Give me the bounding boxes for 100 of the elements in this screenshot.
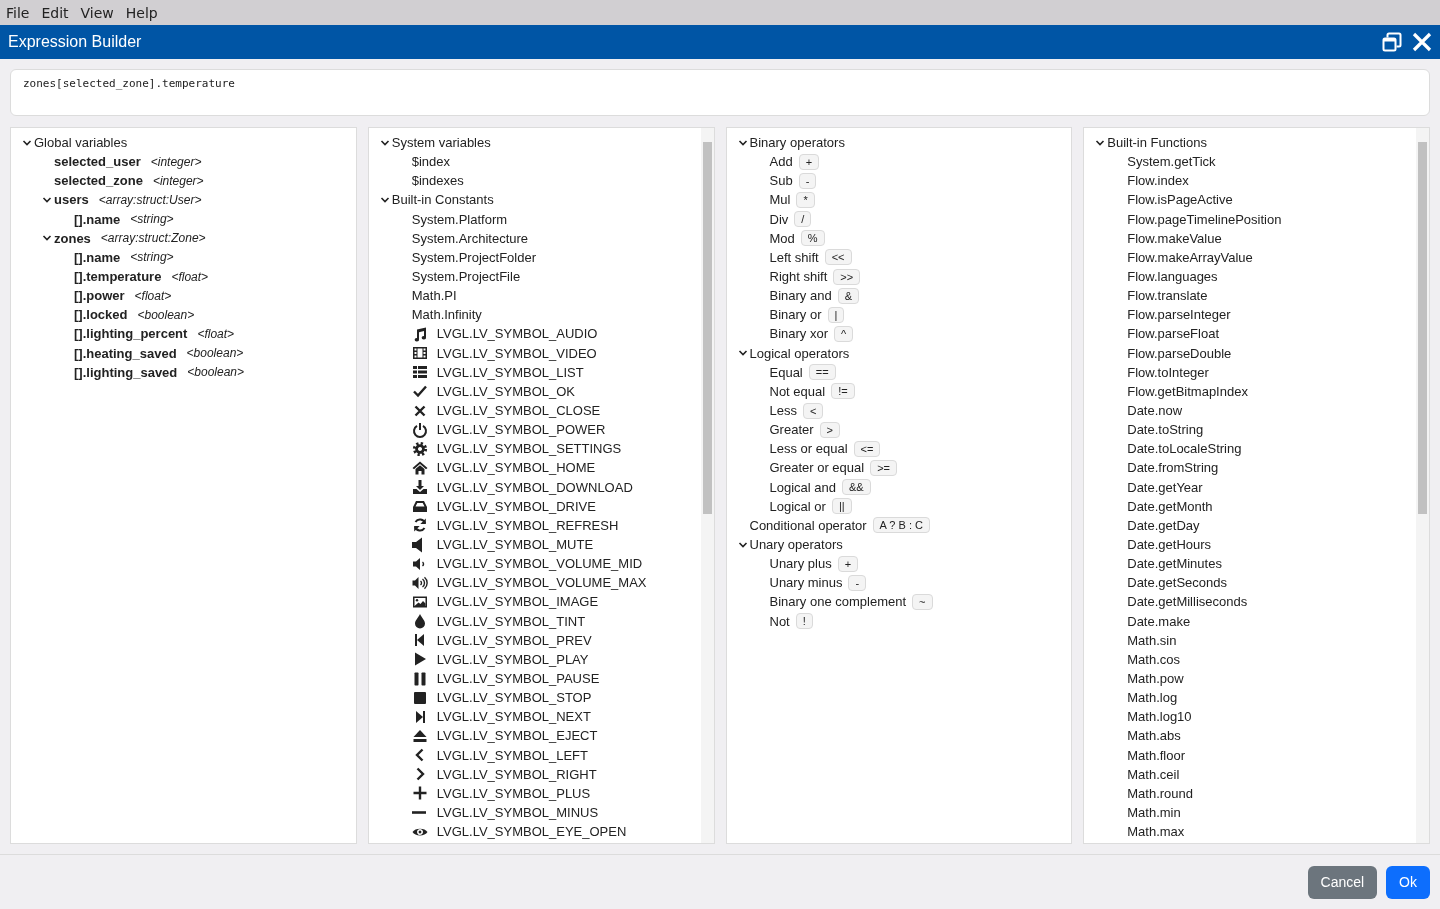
- tree-item[interactable]: selected_user: [54, 154, 141, 170]
- menu-item[interactable]: Edit: [41, 4, 69, 21]
- tree-item[interactable]: Unary plus: [769, 556, 832, 572]
- tree-item[interactable]: LVGL.LV_SYMBOL_REFRESH: [436, 517, 619, 533]
- restore-icon[interactable]: [1382, 32, 1402, 52]
- tree-item[interactable]: Flow.parseDouble: [1127, 345, 1232, 361]
- cancel-button[interactable]: Cancel: [1307, 865, 1378, 899]
- tree-item[interactable]: LVGL.LV_SYMBOL_PAUSE: [436, 671, 600, 686]
- tree-item[interactable]: Div: [769, 211, 789, 227]
- tree-item[interactable]: LVGL.LV_SYMBOL_MUTE: [436, 537, 594, 552]
- tree-item[interactable]: [].power: [74, 288, 125, 304]
- tree-item[interactable]: LVGL.LV_SYMBOL_STOP: [436, 690, 592, 706]
- tree-item[interactable]: [].name: [74, 249, 121, 265]
- tree-item[interactable]: Math.min: [1127, 805, 1181, 820]
- tree-item[interactable]: Date.toString: [1127, 422, 1204, 438]
- tree-item[interactable]: Binary xor: [769, 326, 829, 342]
- tree-item[interactable]: Math.PI: [411, 288, 457, 304]
- tree-item[interactable]: Date.getYear: [1127, 479, 1203, 495]
- tree-item[interactable]: System.Architecture: [411, 230, 529, 246]
- tree-item[interactable]: Flow.getBitmapIndex: [1127, 383, 1248, 399]
- tree-item[interactable]: LVGL.LV_SYMBOL_NEXT: [436, 709, 591, 725]
- tree-item[interactable]: System.ProjectFolder: [411, 249, 536, 265]
- scrollbar[interactable]: [700, 128, 714, 843]
- tree-item[interactable]: Flow.languages: [1127, 269, 1218, 285]
- tree-item[interactable]: Math.sin: [1127, 632, 1177, 648]
- tree-item[interactable]: LVGL.LV_SYMBOL_POWER: [436, 422, 606, 438]
- tree-item[interactable]: Math.Infinity: [411, 307, 482, 323]
- tree-item[interactable]: $indexes: [411, 173, 464, 189]
- tree-item[interactable]: Date.getHours: [1127, 537, 1212, 552]
- tree-item[interactable]: Math.ceil: [1127, 766, 1180, 782]
- tree-item[interactable]: Date.now: [1127, 403, 1183, 419]
- tree-item[interactable]: LVGL.LV_SYMBOL_OK: [436, 383, 575, 399]
- chevron-down-icon[interactable]: [379, 195, 390, 205]
- tree-item[interactable]: System.ProjectFile: [411, 269, 521, 285]
- tree-item[interactable]: Math.max: [1127, 824, 1185, 840]
- tree-item[interactable]: Date.getMinutes: [1127, 556, 1222, 572]
- tree-item[interactable]: LVGL.LV_SYMBOL_EJECT: [436, 728, 598, 744]
- tree-item[interactable]: Flow.makeValue: [1127, 230, 1222, 246]
- tree-item[interactable]: Math.log: [1127, 690, 1178, 706]
- tree-item[interactable]: Date.make: [1127, 613, 1191, 629]
- tree-item[interactable]: [].lighting_percent: [74, 326, 188, 342]
- tree-item[interactable]: [].lighting_saved: [74, 364, 178, 380]
- tree-item[interactable]: Flow.makeArrayValue: [1127, 249, 1253, 265]
- tree-item[interactable]: LVGL.LV_SYMBOL_SETTINGS: [436, 441, 622, 457]
- tree-item[interactable]: LVGL.LV_SYMBOL_HOME: [436, 460, 596, 476]
- tree-item[interactable]: Built-in Functions: [1107, 135, 1207, 151]
- tree-item[interactable]: LVGL.LV_SYMBOL_CLOSE: [436, 403, 601, 419]
- tree-item[interactable]: Binary and: [769, 288, 832, 304]
- tree-item[interactable]: LVGL.LV_SYMBOL_TINT: [436, 613, 586, 629]
- tree-item[interactable]: Logical or: [769, 498, 826, 514]
- tree-item[interactable]: Not: [769, 613, 790, 629]
- tree-item[interactable]: System variables: [391, 135, 491, 151]
- tree-item[interactable]: zones: [54, 230, 91, 246]
- tree-item[interactable]: Equal: [769, 364, 803, 380]
- tree-item[interactable]: Flow.pageTimelinePosition: [1127, 211, 1282, 227]
- tree-item[interactable]: System.getTick: [1127, 154, 1216, 170]
- tree-item[interactable]: LVGL.LV_SYMBOL_DRIVE: [436, 498, 596, 514]
- tree-item[interactable]: Binary operators: [749, 135, 845, 151]
- tree-item[interactable]: LVGL.LV_SYMBOL_LEFT: [436, 747, 588, 763]
- tree-item[interactable]: Greater: [769, 422, 814, 438]
- menu-item[interactable]: File: [6, 4, 30, 21]
- tree-item[interactable]: Less: [769, 403, 797, 419]
- tree-item[interactable]: Math.log10: [1127, 709, 1192, 725]
- menu-item[interactable]: Help: [125, 4, 158, 21]
- tree-item[interactable]: LVGL.LV_SYMBOL_RIGHT: [436, 766, 597, 782]
- tree-item[interactable]: LVGL.LV_SYMBOL_VOLUME_MID: [436, 556, 643, 572]
- tree-item[interactable]: Flow.index: [1127, 173, 1189, 189]
- tree-item[interactable]: Flow.isPageActive: [1127, 192, 1233, 208]
- tree-item[interactable]: [].heating_saved: [74, 345, 177, 361]
- tree-item[interactable]: users: [54, 192, 89, 208]
- menu-item[interactable]: View: [80, 4, 114, 21]
- tree-item[interactable]: $index: [411, 154, 451, 170]
- tree-item[interactable]: LVGL.LV_SYMBOL_LIST: [436, 364, 584, 380]
- tree-item[interactable]: Date.getMilliseconds: [1127, 594, 1248, 610]
- tree-item[interactable]: Add: [769, 154, 793, 170]
- tree-item[interactable]: [].locked: [74, 307, 128, 323]
- tree-item[interactable]: Unary minus: [769, 575, 843, 591]
- tree-item[interactable]: Date.toLocaleString: [1127, 441, 1242, 457]
- tree-item[interactable]: Flow.parseFloat: [1127, 326, 1219, 342]
- tree-item[interactable]: Math.cos: [1127, 651, 1180, 667]
- tree-item[interactable]: Not equal: [769, 383, 826, 399]
- tree-item[interactable]: LVGL.LV_SYMBOL_DOWNLOAD: [436, 479, 633, 495]
- tree-item[interactable]: LVGL.LV_SYMBOL_VIDEO: [436, 345, 597, 361]
- tree-item[interactable]: Math.pow: [1127, 671, 1184, 686]
- scrollbar[interactable]: [1416, 128, 1429, 843]
- tree-item[interactable]: Global variables: [34, 135, 128, 151]
- ok-button[interactable]: Ok: [1386, 865, 1430, 899]
- tree-item[interactable]: Unary operators: [749, 537, 843, 552]
- tree-item[interactable]: Binary or: [769, 307, 822, 323]
- tree-item[interactable]: Less or equal: [769, 441, 848, 457]
- tree-item[interactable]: Binary one complement: [769, 594, 907, 610]
- tree-item[interactable]: LVGL.LV_SYMBOL_AUDIO: [436, 326, 598, 342]
- tree-item[interactable]: Date.getSeconds: [1127, 575, 1227, 591]
- tree-item[interactable]: Math.abs: [1127, 728, 1181, 744]
- tree-item[interactable]: Flow.toInteger: [1127, 364, 1209, 380]
- chevron-down-icon[interactable]: [42, 195, 52, 205]
- tree-item[interactable]: Date.getMonth: [1127, 498, 1213, 514]
- tree-item[interactable]: LVGL.LV_SYMBOL_VOLUME_MAX: [436, 575, 647, 591]
- tree-item[interactable]: LVGL.LV_SYMBOL_IMAGE: [436, 594, 599, 610]
- tree-item[interactable]: Built-in Constants: [391, 192, 494, 208]
